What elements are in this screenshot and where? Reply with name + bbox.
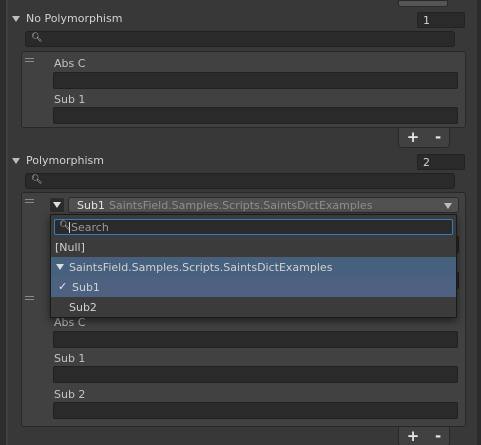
left-gutter-edge: [6, 0, 8, 445]
text-field-sub-2[interactable]: [53, 402, 458, 419]
field-label-sub-1: Sub 1: [54, 93, 86, 106]
group-label: SaintsField.Samples.Scripts.SaintsDictEx…: [69, 261, 333, 274]
drag-handle-icon[interactable]: [25, 296, 34, 302]
field-label-abs-c: Abs C: [54, 57, 86, 70]
option-label: Sub2: [69, 301, 97, 314]
type-name: Sub1: [77, 199, 105, 212]
search-placeholder: Search: [71, 221, 109, 234]
foldout-label: Polymorphism: [26, 154, 104, 167]
remove-button[interactable]: -: [435, 429, 441, 444]
element-foldout-toggle[interactable]: [50, 198, 64, 212]
text-field-abs-c[interactable]: [53, 72, 458, 89]
add-button[interactable]: +: [407, 429, 420, 444]
field-label-sub-1: Sub 1: [54, 352, 86, 365]
field-label-sub-2: Sub 2: [54, 388, 86, 401]
chevron-down-icon: [444, 203, 452, 209]
foldout-no-polymorphism[interactable]: No Polymorphism: [12, 12, 122, 25]
foldout-label: No Polymorphism: [26, 12, 123, 25]
text-field-abs-c[interactable]: [53, 331, 458, 348]
foldout-arrow-icon: [12, 15, 20, 22]
type-dropdown[interactable]: Sub1 SaintsField.Samples.Scripts.SaintsD…: [68, 197, 459, 213]
checkmark-icon: ✓: [58, 280, 68, 293]
option-label: [Null]: [55, 241, 85, 254]
option-sub1[interactable]: ✓ Sub1: [51, 277, 456, 297]
option-null[interactable]: [Null]: [51, 237, 456, 257]
type-picker-popup: 🔍︎ Search [Null] SaintsField.Samples.Scr…: [50, 214, 457, 318]
array-size-field[interactable]: 1: [417, 12, 465, 28]
previous-footer-buttons[interactable]: [398, 0, 448, 7]
right-scrollbar-track[interactable]: [477, 0, 481, 445]
search-icon: 🔍︎: [31, 175, 43, 185]
list-footer: + -: [398, 427, 450, 445]
text-field-sub-1[interactable]: [53, 366, 458, 383]
option-label: Sub1: [72, 281, 100, 294]
foldout-polymorphism[interactable]: Polymorphism: [12, 154, 104, 167]
search-icon: 🔍︎: [31, 33, 43, 43]
array-size-field[interactable]: 2: [417, 154, 465, 170]
option-sub2[interactable]: Sub2: [51, 297, 456, 317]
foldout-arrow-icon: [53, 202, 61, 208]
list-footer: + -: [398, 128, 450, 148]
search-input[interactable]: 🔍︎: [25, 31, 455, 47]
add-button[interactable]: +: [407, 130, 420, 145]
text-field-sub-1[interactable]: [53, 107, 458, 124]
foldout-arrow-icon: [12, 157, 20, 164]
type-namespace: SaintsField.Samples.Scripts.SaintsDictEx…: [109, 199, 373, 212]
text-caret: [69, 222, 70, 233]
option-group-namespace[interactable]: SaintsField.Samples.Scripts.SaintsDictEx…: [51, 257, 456, 277]
search-input[interactable]: 🔍︎: [25, 173, 455, 189]
popup-search-input[interactable]: 🔍︎ Search: [54, 219, 453, 235]
foldout-arrow-icon: [56, 264, 64, 270]
drag-handle-icon[interactable]: [25, 199, 34, 205]
remove-button[interactable]: -: [435, 130, 441, 145]
drag-handle-icon[interactable]: [25, 58, 34, 64]
